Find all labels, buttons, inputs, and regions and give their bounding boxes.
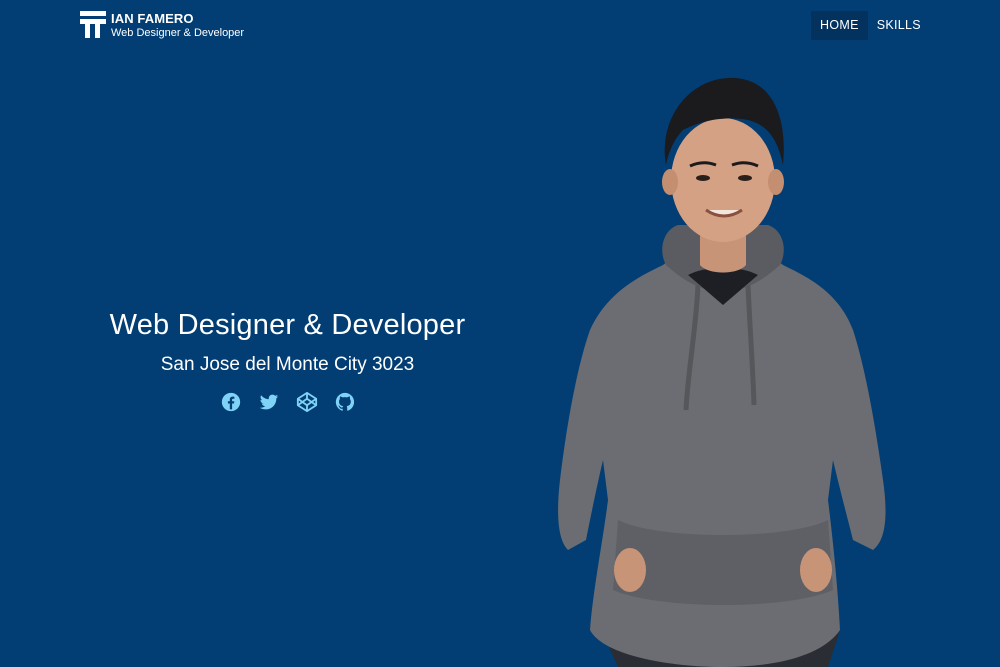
main-nav: HOME SKILLS: [811, 11, 930, 40]
twitter-icon[interactable]: [258, 391, 280, 413]
nav-item-skills[interactable]: SKILLS: [868, 11, 930, 40]
brand-name: IAN FAMERO: [111, 11, 194, 26]
codepen-icon[interactable]: [296, 391, 318, 413]
github-icon[interactable]: [334, 391, 356, 413]
hero-location: San Jose del Monte City 3023: [160, 354, 415, 375]
brand-logo-icon: [80, 11, 106, 38]
hero-section: Web Designer & Developer San Jose del Mo…: [80, 306, 495, 413]
nav-item-home[interactable]: HOME: [811, 11, 868, 40]
page: IAN FAMERO Web Designer & Developer HOME…: [0, 0, 1000, 667]
facebook-icon[interactable]: [220, 391, 242, 413]
brand[interactable]: IAN FAMERO Web Designer & Developer: [80, 11, 244, 41]
brand-tagline: Web Designer & Developer: [111, 27, 245, 39]
hero-title: Web Designer & Developer: [109, 309, 466, 341]
brand-text: IAN FAMERO Web Designer & Developer: [111, 11, 244, 41]
social-links: [80, 391, 495, 413]
profile-photo: [558, 77, 886, 667]
